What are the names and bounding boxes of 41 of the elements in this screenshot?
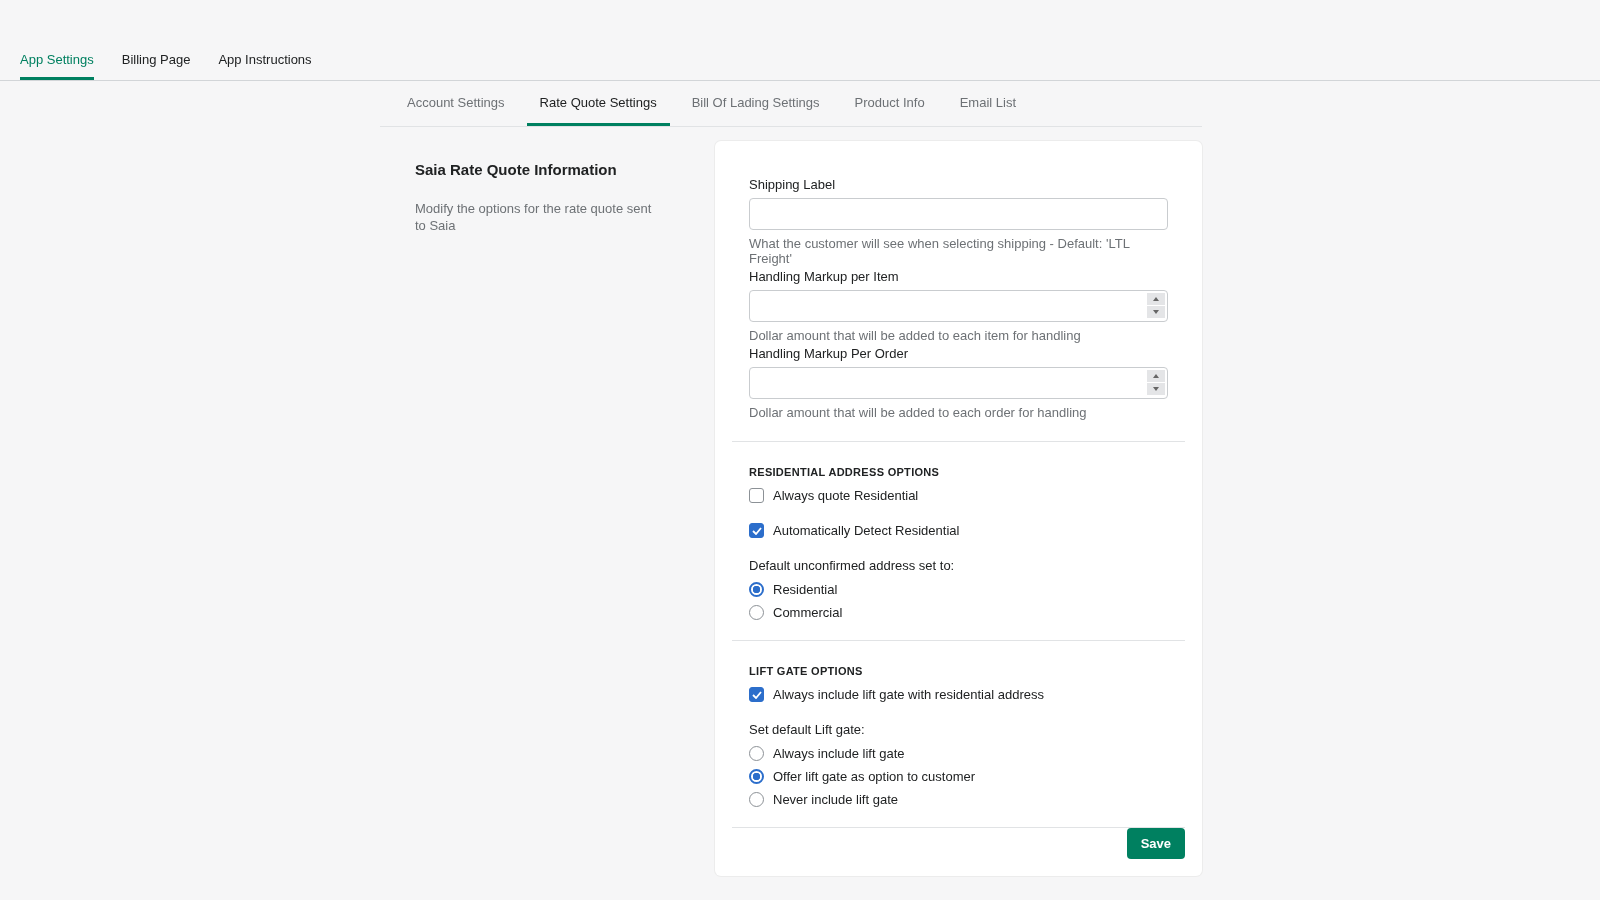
checkbox[interactable] [749, 523, 764, 538]
help-text: What the customer will see when selecting shipping - Default: 'LTL Freight' [749, 236, 1131, 266]
checkbox-label: Automatically Detect Residential [773, 523, 960, 538]
number-input-field[interactable] [749, 367, 1168, 399]
settings-tab[interactable]: Bill Of Lading Settings [678, 81, 833, 126]
radio-label: Never include lift gate [773, 792, 898, 807]
section-heading: LIFT GATE OPTIONS [749, 665, 864, 677]
radio-label: Always include lift gate [773, 746, 905, 761]
nav-tab[interactable]: Billing Page [121, 40, 191, 80]
field-label: Shipping Label [749, 177, 837, 192]
increment-icon[interactable] [1147, 370, 1165, 382]
field-label: Handling Markup Per Order [749, 346, 909, 361]
help-text: Dollar amount that will be added to each item for handling [749, 328, 1082, 343]
section-description: Modify the options for the rate quote sent to Saia [415, 200, 653, 234]
number-input-field[interactable] [749, 290, 1168, 322]
radio-label: Residential [773, 582, 838, 597]
radio-group-label: Set default Lift gate: [749, 722, 866, 737]
checkbox[interactable] [749, 488, 764, 503]
settings-tab[interactable]: Rate Quote Settings [526, 81, 670, 126]
checkbox-label: Always include lift gate with residential address [773, 687, 1044, 702]
nav-tab[interactable]: App Settings [20, 40, 94, 80]
settings-tab[interactable]: Account Settings [394, 81, 518, 126]
checkbox-label: Always quote Residential [773, 488, 919, 503]
settings-tab[interactable]: Email List [946, 81, 1029, 126]
checkbox[interactable] [749, 687, 764, 702]
radio-label: Commercial [773, 605, 843, 620]
radio-button[interactable] [749, 582, 764, 597]
radio-button[interactable] [749, 769, 764, 784]
radio-label: Offer lift gate as option to customer [773, 769, 976, 784]
radio-group-label: Default unconfirmed address set to: [749, 558, 956, 573]
nav-tab[interactable]: App Instructions [218, 40, 312, 80]
increment-icon[interactable] [1147, 293, 1165, 305]
section-heading: RESIDENTIAL ADDRESS OPTIONS [749, 466, 941, 478]
help-text: Dollar amount that will be added to each order for handling [749, 405, 1088, 420]
decrement-icon[interactable] [1147, 383, 1165, 395]
field-label: Handling Markup per Item [749, 269, 900, 284]
text-input-field[interactable] [749, 198, 1168, 230]
save-button[interactable]: Save [1126, 828, 1185, 859]
settings-tab[interactable]: Product Info [841, 81, 938, 126]
decrement-icon[interactable] [1147, 306, 1165, 318]
section-title: Saia Rate Quote Information [415, 161, 618, 178]
